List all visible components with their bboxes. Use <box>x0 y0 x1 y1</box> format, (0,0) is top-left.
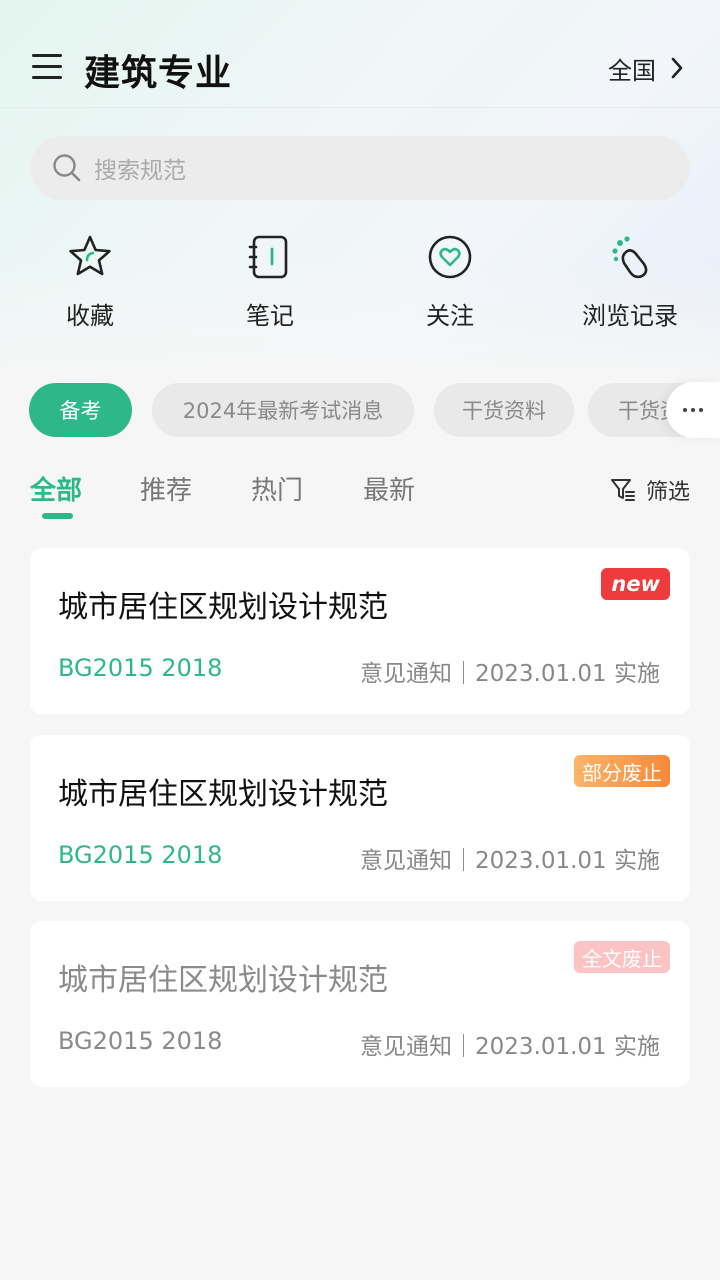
category-chips: 备考 2024年最新考试消息 干货资料 干货资料 <box>0 383 720 437</box>
card-title: 城市居住区规划设计规范 <box>58 777 388 812</box>
quick-action-notes[interactable]: 笔记 <box>190 228 350 331</box>
card-title: 城市居住区规划设计规范 <box>58 963 388 998</box>
quick-action-favorites[interactable]: 收藏 <box>10 228 170 331</box>
active-tab-indicator <box>42 513 73 519</box>
star-icon <box>69 235 111 276</box>
quick-action-follow[interactable]: 关注 <box>370 228 530 331</box>
tab-hot[interactable]: 热门 <box>251 470 303 507</box>
heart-icon <box>428 235 472 279</box>
chip-exam-prep[interactable]: 备考 <box>29 383 132 437</box>
tab-all[interactable]: 全部 <box>30 470 82 507</box>
quick-action-label: 收藏 <box>66 302 114 330</box>
status-badge: new <box>601 568 670 600</box>
list-item[interactable]: 城市居住区规划设计规范 全文废止 BG2015 2018 意见通知｜2023.0… <box>30 921 690 1087</box>
card-code: BG2015 2018 <box>58 654 223 682</box>
tab-recommended[interactable]: 推荐 <box>140 470 192 507</box>
app-header: 建筑专业 全国 <box>0 0 720 108</box>
tab-latest[interactable]: 最新 <box>363 470 415 507</box>
menu-icon[interactable] <box>32 52 64 82</box>
footprint-icon <box>612 236 648 279</box>
card-meta: 意见通知｜2023.01.01 实施 <box>360 848 660 874</box>
region-selector[interactable]: 全国 <box>608 52 684 85</box>
region-label: 全国 <box>608 56 656 85</box>
quick-action-label: 浏览记录 <box>582 302 678 330</box>
notebook-icon <box>248 235 288 279</box>
filter-icon <box>610 479 635 501</box>
chevron-right-icon <box>671 57 683 79</box>
page-title: 建筑专业 <box>84 53 233 94</box>
quick-action-label: 关注 <box>426 302 474 330</box>
filter-button[interactable]: 筛选 <box>610 474 690 506</box>
more-chips-icon[interactable] <box>666 382 720 438</box>
card-title: 城市居住区规划设计规范 <box>58 590 388 625</box>
list-item[interactable]: 城市居住区规划设计规范 部分废止 BG2015 2018 意见通知｜2023.0… <box>30 735 690 901</box>
card-meta: 意见通知｜2023.01.01 实施 <box>360 1034 660 1060</box>
search-input[interactable]: 搜索规范 <box>30 136 690 200</box>
status-badge: 全文废止 <box>574 941 670 973</box>
filter-label: 筛选 <box>645 480 690 505</box>
card-code: BG2015 2018 <box>58 841 223 869</box>
search-placeholder: 搜索规范 <box>94 158 186 184</box>
search-icon <box>53 154 81 182</box>
status-badge: 部分废止 <box>574 755 670 787</box>
card-meta: 意见通知｜2023.01.01 实施 <box>360 661 660 687</box>
quick-action-history[interactable]: 浏览记录 <box>550 228 710 331</box>
quick-action-label: 笔记 <box>246 302 294 330</box>
chip-exam-news[interactable]: 2024年最新考试消息 <box>152 383 414 437</box>
chip-resources[interactable]: 干货资料 <box>434 383 574 437</box>
list-item[interactable]: 城市居住区规划设计规范 new BG2015 2018 意见通知｜2023.01… <box>30 548 690 714</box>
card-code: BG2015 2018 <box>58 1027 223 1055</box>
